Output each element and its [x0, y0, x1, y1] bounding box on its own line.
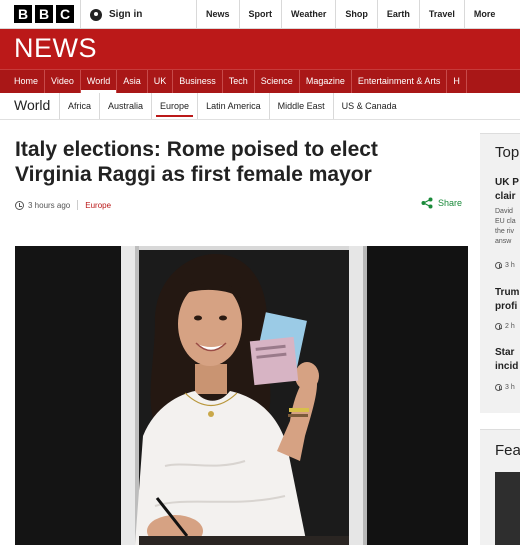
title-line: Trum: [495, 287, 520, 298]
summary-line: EU cla: [495, 218, 516, 225]
divider: [77, 200, 79, 210]
section-nav-truncated[interactable]: H: [447, 70, 467, 93]
news-logo[interactable]: NEWS: [14, 33, 97, 64]
subnav-australia[interactable]: Australia: [99, 93, 151, 119]
top-nav-earth[interactable]: Earth: [376, 0, 419, 29]
clock-icon: [495, 384, 502, 391]
bbc-top-bar: B B C Sign in News Sport Weather Shop Ea…: [0, 0, 520, 29]
top-nav-news[interactable]: News: [196, 0, 239, 29]
features-panel: Fea: [480, 429, 520, 545]
news-banner: NEWS: [0, 29, 520, 69]
top-nav-travel[interactable]: Travel: [418, 0, 464, 29]
section-nav-magazine[interactable]: Magazine: [300, 70, 352, 93]
top-stories-title: Top: [495, 144, 520, 161]
share-button[interactable]: Share: [421, 197, 462, 209]
clock-icon: [495, 323, 502, 330]
top-nav-shop[interactable]: Shop: [335, 0, 377, 29]
top-story-2-title[interactable]: Trum profi: [495, 286, 519, 314]
top-nav-weather[interactable]: Weather: [281, 0, 335, 29]
story-timestamp: 3 h: [505, 262, 515, 269]
clock-icon: [495, 262, 502, 269]
top-nav: News Sport Weather Shop Earth Travel Mor…: [196, 0, 504, 29]
section-nav-business[interactable]: Business: [173, 70, 223, 93]
section-nav-science[interactable]: Science: [255, 70, 300, 93]
section-nav-video[interactable]: Video: [45, 70, 81, 93]
divider: [80, 0, 81, 29]
story-timestamp: 2 h: [505, 323, 515, 330]
subnav-africa[interactable]: Africa: [59, 93, 99, 119]
section-nav-entertainment-arts[interactable]: Entertainment & Arts: [352, 70, 448, 93]
share-icon: [421, 197, 433, 209]
article-timestamp: 3 hours ago: [28, 200, 71, 210]
title-line: clair: [495, 191, 516, 202]
article-headline: Italy elections: Rome poised to elect Vi…: [15, 138, 378, 186]
world-subnav: World Africa Australia Europe Latin Amer…: [0, 93, 520, 120]
bbc-logo-letter: B: [35, 5, 53, 23]
article-meta: 3 hours ago Europe: [15, 200, 111, 210]
summary-line: the riv: [495, 228, 515, 235]
subnav-europe[interactable]: Europe: [151, 93, 197, 119]
top-story-3-time: 3 h: [495, 384, 515, 391]
top-story-1-time: 3 h: [495, 262, 515, 269]
top-nav-more[interactable]: More: [463, 0, 505, 29]
top-story-2-time: 2 h: [495, 323, 515, 330]
top-nav-sport[interactable]: Sport: [238, 0, 282, 29]
bbc-logo[interactable]: B B C: [14, 5, 74, 23]
sign-in-link[interactable]: Sign in: [90, 0, 142, 29]
section-nav-uk[interactable]: UK: [148, 70, 174, 93]
story-timestamp: 3 h: [505, 384, 515, 391]
user-icon: [90, 8, 102, 21]
title-line: incid: [495, 361, 519, 372]
title-line: profi: [495, 301, 518, 312]
title-line: Star: [495, 347, 515, 358]
top-story-1-summary: David EU cla the riv answ: [495, 207, 516, 247]
clock-icon: [15, 200, 24, 210]
features-title: Fea: [495, 442, 520, 459]
section-nav-tech[interactable]: Tech: [223, 70, 255, 93]
sign-in-label: Sign in: [109, 9, 143, 20]
title-line: UK P: [495, 177, 519, 188]
section-nav: Home Video World Asia UK Business Tech S…: [0, 69, 520, 93]
article-photo: [15, 246, 468, 545]
feature-thumbnail[interactable]: [495, 472, 520, 545]
section-nav-asia[interactable]: Asia: [117, 70, 148, 93]
subnav-us-canada[interactable]: US & Canada: [332, 93, 405, 119]
summary-line: answ: [495, 238, 512, 245]
top-story-1-title[interactable]: UK P clair: [495, 176, 519, 204]
section-nav-world[interactable]: World: [80, 70, 118, 93]
section-nav-home[interactable]: Home: [8, 70, 46, 93]
article-region-link[interactable]: Europe: [85, 201, 111, 210]
share-label: Share: [438, 198, 463, 208]
summary-line: David: [495, 208, 513, 215]
subnav-middle-east[interactable]: Middle East: [268, 93, 333, 119]
section-title: World: [14, 97, 51, 113]
top-stories-panel: Top UK P clair David EU cla the riv answ…: [480, 133, 520, 413]
bbc-logo-letter: C: [56, 5, 74, 23]
subnav-latin-america[interactable]: Latin America: [197, 93, 269, 119]
bbc-logo-letter: B: [14, 5, 32, 23]
top-story-3-title[interactable]: Star incid: [495, 346, 518, 374]
